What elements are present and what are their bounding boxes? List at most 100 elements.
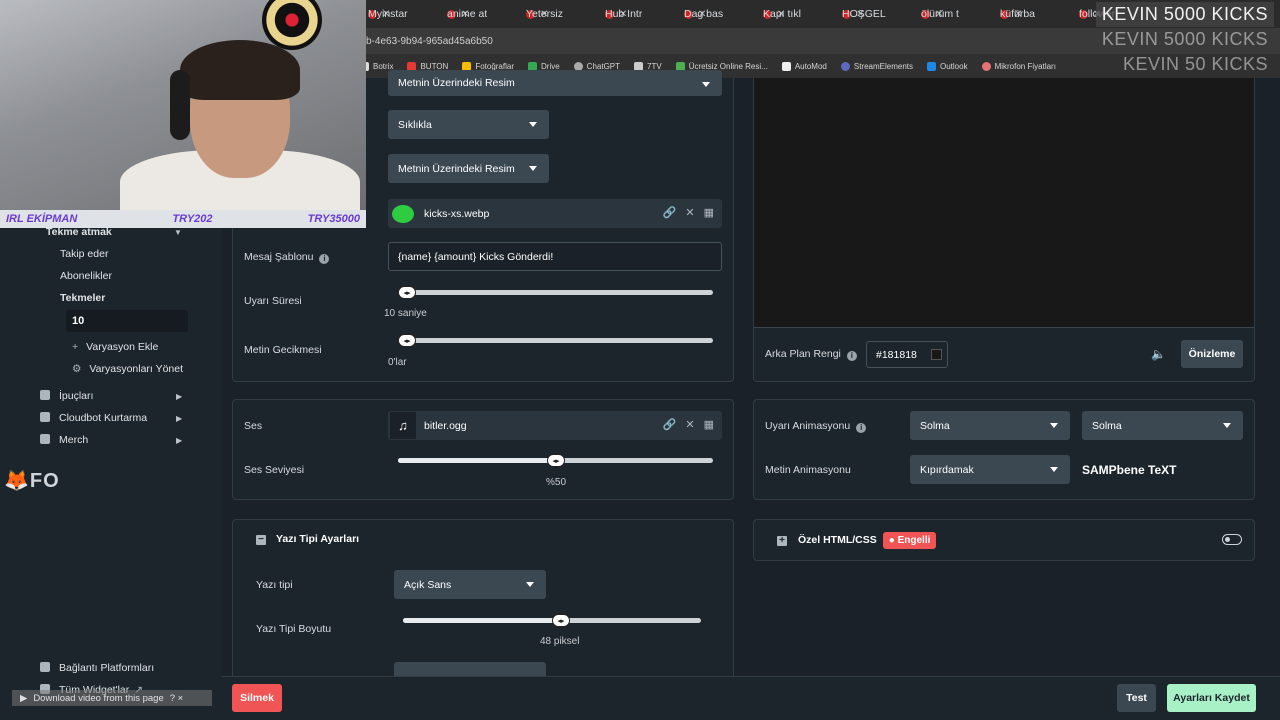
- frequency-dropdown[interactable]: Sıklıkla: [388, 110, 549, 139]
- expand-icon[interactable]: +: [777, 536, 787, 546]
- browser-tab[interactable]: Myinstar ✕: [362, 0, 441, 28]
- close-icon[interactable]: ? ×: [170, 693, 183, 704]
- slider-handle[interactable]: ◂▸: [547, 454, 565, 467]
- bookmark-outlook[interactable]: Outlook: [927, 61, 968, 71]
- kicks-alert-text: KEVIN 5000 KICKS: [1101, 29, 1268, 49]
- sidebar-item-cloudbot[interactable]: Cloudbot Kurtarma: [40, 412, 147, 424]
- font-size-value: 48 piksel: [540, 636, 580, 647]
- image-file-field[interactable]: kicks-xs.webp 🔗 ✕ ▦: [388, 199, 722, 228]
- price-label: TRY35000: [307, 213, 360, 225]
- sidebar-item-kicks[interactable]: Tekmeler: [60, 292, 105, 304]
- gear-icon: ⚙: [72, 363, 82, 375]
- link-icon[interactable]: 🔗: [663, 418, 677, 431]
- info-icon[interactable]: i: [856, 423, 867, 433]
- custom-html-toggle[interactable]: [1222, 534, 1242, 545]
- text-animation-dropdown[interactable]: Kıpırdamak: [910, 455, 1070, 484]
- grid-icon[interactable]: ▦: [704, 418, 714, 431]
- status-badge: ● Engelli: [882, 532, 937, 549]
- color-swatch[interactable]: [930, 349, 942, 360]
- font-size-slider[interactable]: ◂▸: [403, 614, 701, 627]
- caret-down-icon: [1050, 423, 1058, 428]
- volume-slider[interactable]: ◂▸: [398, 454, 713, 467]
- bookmark-automod[interactable]: AutoMod: [781, 61, 827, 71]
- chevron-down-icon[interactable]: ▼: [174, 228, 182, 237]
- browser-tab[interactable]: Dag bas ✕: [678, 0, 757, 28]
- test-button[interactable]: Test: [1117, 684, 1156, 712]
- logo: 🦊FO: [4, 470, 60, 492]
- bookmark-microphone[interactable]: Mikrofon Fiyatları: [981, 61, 1056, 71]
- webcam-feed: [0, 0, 366, 210]
- font-size-label: Yazı Tipi Boyutu: [256, 623, 332, 635]
- sound-file-field[interactable]: ♫ bitler.ogg 🔗 ✕ ▦: [388, 411, 722, 440]
- plus-icon: +: [72, 341, 79, 353]
- sidebar-item-follows[interactable]: Takip eder: [60, 248, 108, 260]
- caret-down-icon: [1050, 467, 1058, 472]
- fox-icon: 🦊: [4, 470, 30, 492]
- chevron-right-icon: ▶: [176, 414, 183, 423]
- kicks-variation-item[interactable]: 10: [66, 310, 188, 332]
- slider-handle[interactable]: ◂▸: [398, 286, 416, 299]
- collapse-icon[interactable]: −: [256, 535, 266, 545]
- slider-fill: [398, 458, 556, 463]
- font-dropdown[interactable]: Açık Sans: [394, 570, 546, 599]
- save-settings-button[interactable]: Ayarları Kaydet: [1167, 684, 1256, 712]
- layout-dropdown[interactable]: Metnin Üzerindeki Resim: [388, 154, 549, 183]
- cloudbot-icon: [40, 412, 50, 422]
- video-download-bar[interactable]: ▶ Download video from this page? ×: [12, 690, 212, 706]
- browser-tab[interactable]: Yetersiz ✕: [520, 0, 599, 28]
- info-icon[interactable]: i: [846, 351, 857, 361]
- browser-tab[interactable]: küfürba ✕: [994, 0, 1073, 28]
- message-template-input[interactable]: {name} {amount} Kicks Gönderdi!: [388, 242, 722, 271]
- bookmark-streamelements[interactable]: StreamElements: [840, 61, 913, 71]
- sidebar-item-subscriptions[interactable]: Abonelikler: [60, 270, 112, 282]
- bookmark-icon: [927, 61, 936, 71]
- url-text: b-4e63-9b94-965ad45a6b50: [366, 35, 493, 47]
- slider-handle[interactable]: ◂▸: [398, 334, 416, 347]
- browser-tab[interactable]: ölürüm t ✕: [915, 0, 994, 28]
- browser-tab[interactable]: HOŞGEL ✕: [836, 0, 915, 28]
- link-icon[interactable]: 🔗: [663, 206, 677, 219]
- font-weight-dropdown[interactable]: [394, 662, 546, 676]
- image-position-dropdown[interactable]: Metnin Üzerindeki Resim: [388, 70, 722, 96]
- chevron-right-icon: ▶: [176, 436, 183, 445]
- slider-fill: [403, 618, 561, 623]
- price-label: TRY202: [172, 213, 213, 225]
- browser-tab[interactable]: Hub Intr ✕: [599, 0, 678, 28]
- text-delay-slider[interactable]: ◂▸: [398, 334, 713, 347]
- kick-image-thumbnail: [390, 200, 416, 227]
- shirt-icon: [40, 434, 50, 444]
- font-label: Yazı tipi: [256, 579, 293, 591]
- sidebar-item-merch[interactable]: Merch: [40, 434, 88, 446]
- slider-handle[interactable]: ◂▸: [552, 614, 570, 627]
- caret-down-icon: [702, 82, 710, 87]
- alert-animation-in-dropdown[interactable]: Solma: [910, 411, 1070, 440]
- add-variation-button[interactable]: + Varyasyon Ekle: [72, 341, 158, 353]
- caret-down-icon: [1223, 423, 1231, 428]
- close-icon[interactable]: ✕: [685, 206, 694, 219]
- headphones-image: [170, 70, 190, 140]
- streamer-image: [180, 40, 300, 100]
- browser-tab[interactable]: Kapı tıkl ✕: [757, 0, 836, 28]
- preview-button[interactable]: Önizleme: [1181, 340, 1243, 368]
- tips-icon: [40, 390, 50, 400]
- sidebar-item-tips[interactable]: İpuçları: [40, 390, 93, 402]
- info-icon[interactable]: i: [319, 254, 330, 264]
- speaker-icon[interactable]: 🔈: [1151, 347, 1166, 361]
- duration-slider[interactable]: ◂▸: [398, 286, 713, 299]
- caret-down-icon: [526, 582, 534, 587]
- close-icon[interactable]: ✕: [685, 418, 694, 431]
- kicks-alert-text: KEVIN 5000 KICKS: [1095, 2, 1274, 27]
- bookmark-icon: [840, 61, 850, 71]
- delete-button[interactable]: Silmek: [232, 684, 282, 712]
- kicks-overlay: KEVIN 5000 KICKS KEVIN 5000 KICKS KEVIN …: [1095, 2, 1274, 77]
- grid-icon[interactable]: ▦: [704, 206, 714, 219]
- browser-tab[interactable]: anime at ✕: [441, 0, 520, 28]
- manage-variations-button[interactable]: ⚙ Varyasyonları Yönet: [72, 363, 183, 375]
- font-settings-header[interactable]: − Yazı Tipi Ayarları: [256, 533, 359, 545]
- background-color-input[interactable]: #181818: [866, 341, 948, 368]
- custom-html-header[interactable]: + Özel HTML/CSS ● Engelli: [777, 532, 937, 549]
- kicks-alert-text: KEVIN 50 KICKS: [1122, 54, 1268, 74]
- alert-animation-out-dropdown[interactable]: Solma: [1082, 411, 1243, 440]
- sidebar-item-platforms[interactable]: Bağlantı Platformları: [40, 662, 154, 674]
- duration-label: Uyarı Süresi: [244, 295, 302, 307]
